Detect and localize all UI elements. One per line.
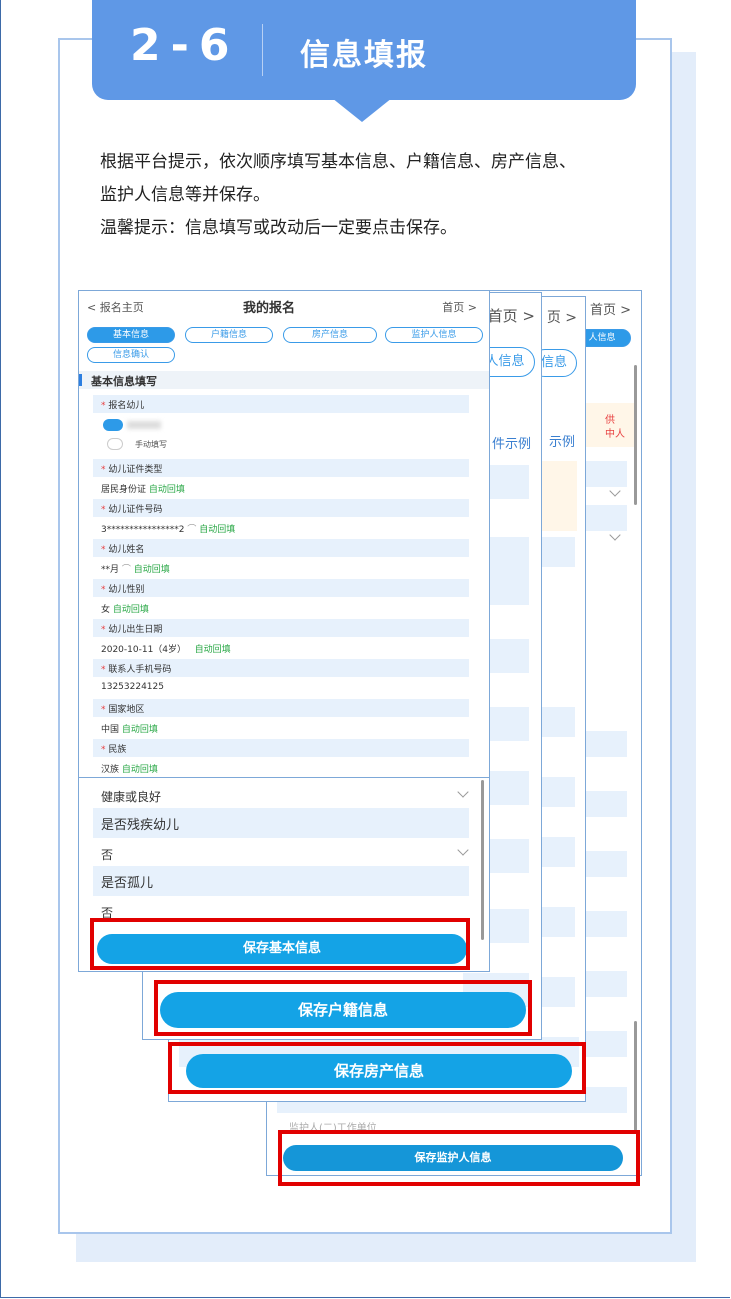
field-label: * 联系人手机号码 [101,665,172,675]
highlight-save-household [154,980,532,1036]
instruction-line-1: 根据平台提示，依次顺序填写基本信息、户籍信息、房产信息、 [100,152,576,172]
property-home-link[interactable]: 页 > [547,307,577,327]
instructions: 根据平台提示，依次顺序填写基本信息、户籍信息、房产信息、 监护人信息等并保存。 … [100,146,660,245]
basic-info-scrollbar[interactable] [481,780,484,940]
highlight-save-basic [90,918,470,970]
field-label-bg [93,579,469,597]
field-label: * 幼儿性别 [101,585,145,595]
banner-pointer [332,98,392,122]
section-title: 基本信息填写 [91,375,157,388]
radio-icon[interactable] [107,438,123,450]
disabled-value[interactable]: 否 [101,846,113,863]
home-link[interactable]: 首页 > [442,299,477,315]
field-label: * 民族 [101,745,127,755]
field-label: * 幼儿出生日期 [101,625,163,635]
field-value: 2020-10-11（4岁） 自动回填 [101,645,231,655]
field-label-bg [93,539,469,557]
check-icon[interactable] [103,419,123,431]
step-title: 信息填报 [300,38,428,73]
guardian-scrollbar-lower[interactable] [634,1021,637,1131]
step-number: 2-6 [130,20,240,71]
highlight-save-guardian [278,1130,640,1186]
field-value: 汉族 自动回填 [101,765,158,775]
guardian-scrollbar[interactable] [634,365,637,505]
orphan-label: 是否孤儿 [101,876,154,891]
field-label: * 幼儿姓名 [101,545,145,555]
page-title: 我的报名 [243,301,296,316]
guardian-home-link[interactable]: 首页 > [590,299,631,318]
household-home-link[interactable]: 首页 > [488,305,535,326]
back-link[interactable]: < 报名主页 [87,299,144,315]
banner-divider [262,24,263,76]
chevron-down-icon [457,786,469,798]
field-label: * 报名幼儿 [101,401,145,411]
section-marker [79,374,82,386]
tab-confirm[interactable]: 信息确认 [87,347,175,363]
basic-info-panel: < 报名主页 我的报名 首页 > 基本信息 户籍信息 房产信息 监护人信息 信息… [78,290,490,778]
field-value: 3****************2 ⌒ 自动回填 [101,525,236,535]
field-value: 居民身份证 自动回填 [101,485,185,495]
tab-guardian[interactable]: 监护人信息 [385,327,483,343]
field-label: * 国家地区 [101,705,145,715]
chevron-down-icon [609,529,621,541]
field-label-bg [93,739,469,757]
field-value: 女 自动回填 [101,605,149,615]
chevron-down-icon [609,485,621,497]
health-value: 健康或良好 [101,790,162,804]
field-label-bg [93,699,469,717]
field-label-bg [93,395,469,413]
tab-basic-info[interactable]: 基本信息 [87,327,175,343]
field-value[interactable]: 13253224125 [101,682,164,692]
step-banner: 2-6 信息填报 [92,0,636,100]
chevron-down-icon [457,844,469,856]
property-example-link[interactable]: 示例 [549,431,575,450]
blurred-child-name [127,421,161,429]
field-value: **月 ⌒ 自动回填 [101,565,170,575]
field-label: * 幼儿证件类型 [101,465,163,475]
disabled-label: 是否残疾幼儿 [101,818,180,833]
field-label: * 幼儿证件号码 [101,505,163,515]
guardian-notice-text-1: 供 [605,415,615,426]
instruction-line-2: 监护人信息等并保存。 [100,185,270,205]
field-value: 中国 自动回填 [101,725,158,735]
tab-property[interactable]: 房产信息 [283,327,377,343]
tab-household[interactable]: 户籍信息 [185,327,273,343]
highlight-save-property [168,1042,586,1094]
section-header: 基本信息填写 [79,371,489,389]
guardian-notice-text-2: 中人 [605,429,625,440]
manual-option[interactable]: 手动填写 [135,439,167,450]
household-example-link[interactable]: 件示例 [492,433,531,452]
instruction-line-3: 温馨提示：信息填写或改动后一定要点击保存。 [100,218,457,238]
